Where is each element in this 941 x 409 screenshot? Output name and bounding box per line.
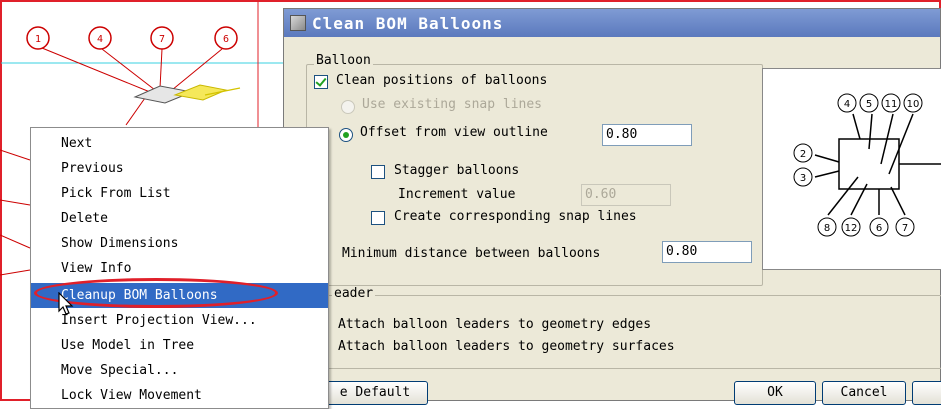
preview-balloon: 11 xyxy=(881,93,901,113)
menu-item-use-model-in-tree[interactable]: Use Model in Tree xyxy=(31,333,328,358)
svg-text:4: 4 xyxy=(844,99,850,110)
preview-balloon: 2 xyxy=(793,143,813,163)
ok-button[interactable]: OK xyxy=(734,381,816,405)
preview-balloon: 5 xyxy=(859,93,879,113)
help-button[interactable] xyxy=(912,381,941,405)
attach-surfaces-label[interactable]: Attach balloon leaders to geometry surfa… xyxy=(338,339,675,354)
increment-value-label: Increment value xyxy=(398,187,516,202)
drawing-balloon: 6 xyxy=(214,26,238,50)
menu-item-lock-view-movement[interactable]: Lock View Movement xyxy=(31,383,328,408)
drawing-balloon: 4 xyxy=(88,26,112,50)
preview-balloon: 7 xyxy=(895,217,915,237)
create-snap-lines-checkbox[interactable] xyxy=(371,211,385,225)
svg-text:12: 12 xyxy=(845,223,858,234)
svg-text:2: 2 xyxy=(800,149,806,160)
create-snap-lines-label[interactable]: Create corresponding snap lines xyxy=(394,209,637,224)
use-existing-snap-lines-label[interactable]: Use existing snap lines xyxy=(362,97,542,112)
drawing-balloon: 7 xyxy=(150,26,174,50)
preview-balloon: 12 xyxy=(841,217,861,237)
svg-text:10: 10 xyxy=(907,99,920,110)
menu-item-delete[interactable]: Delete xyxy=(31,206,328,231)
svg-text:7: 7 xyxy=(902,223,908,234)
minimum-distance-input[interactable]: 0.80 xyxy=(662,241,752,263)
minimum-distance-label: Minimum distance between balloons xyxy=(342,246,601,261)
svg-text:8: 8 xyxy=(824,223,830,234)
svg-text:3: 3 xyxy=(800,173,806,184)
dialog-app-icon xyxy=(290,15,306,31)
use-existing-snap-lines-radio[interactable] xyxy=(341,100,355,114)
leader-group-label: eader xyxy=(332,286,376,301)
svg-text:4: 4 xyxy=(97,34,103,45)
mouse-pointer-icon xyxy=(58,292,74,315)
svg-text:5: 5 xyxy=(866,99,872,110)
menu-item-move-special[interactable]: Move Special... xyxy=(31,358,328,383)
clean-positions-label[interactable]: Clean positions of balloons xyxy=(336,73,547,88)
attach-edges-label[interactable]: Attach balloon leaders to geometry edges xyxy=(338,317,651,332)
svg-text:1: 1 xyxy=(35,34,41,45)
svg-text:11: 11 xyxy=(885,99,898,110)
svg-text:6: 6 xyxy=(876,223,882,234)
dialog-title: Clean BOM Balloons xyxy=(312,14,504,33)
balloon-group-label: Balloon xyxy=(314,53,373,68)
context-menu: Next Previous Pick From List Delete Show… xyxy=(30,127,329,409)
cancel-button[interactable]: Cancel xyxy=(822,381,906,405)
clean-positions-checkbox[interactable] xyxy=(314,75,328,89)
menu-item-pick-from-list[interactable]: Pick From List xyxy=(31,181,328,206)
preview-balloon: 4 xyxy=(837,93,857,113)
svg-text:6: 6 xyxy=(223,34,229,45)
clean-bom-balloons-dialog: Clean BOM Balloons Balloon Clean positio… xyxy=(282,8,941,405)
dialog-title-bar[interactable]: Clean BOM Balloons xyxy=(284,9,940,37)
balloon-layout-preview: 4 5 11 10 2 3 8 12 6 7 xyxy=(762,68,941,270)
svg-text:7: 7 xyxy=(159,34,165,45)
leader-group xyxy=(282,295,941,369)
stagger-balloons-label[interactable]: Stagger balloons xyxy=(394,163,519,178)
menu-item-view-info[interactable]: View Info xyxy=(31,256,328,281)
preview-balloon: 8 xyxy=(817,217,837,237)
menu-item-show-dimensions[interactable]: Show Dimensions xyxy=(31,231,328,256)
restore-default-button[interactable]: e Default xyxy=(322,381,428,405)
preview-balloon: 3 xyxy=(793,167,813,187)
increment-value-input[interactable]: 0.60 xyxy=(581,184,671,206)
preview-balloon: 10 xyxy=(903,93,923,113)
preview-balloon: 6 xyxy=(869,217,889,237)
offset-from-view-outline-radio[interactable] xyxy=(339,128,353,142)
menu-item-previous[interactable]: Previous xyxy=(31,156,328,181)
drawing-balloon: 1 xyxy=(26,26,50,50)
preview-diagram: 4 5 11 10 2 3 8 12 6 7 xyxy=(793,93,941,237)
menu-item-next[interactable]: Next xyxy=(31,131,328,156)
offset-from-view-outline-label[interactable]: Offset from view outline xyxy=(360,125,548,140)
stagger-balloons-checkbox[interactable] xyxy=(371,165,385,179)
offset-value-input[interactable]: 0.80 xyxy=(602,124,692,146)
